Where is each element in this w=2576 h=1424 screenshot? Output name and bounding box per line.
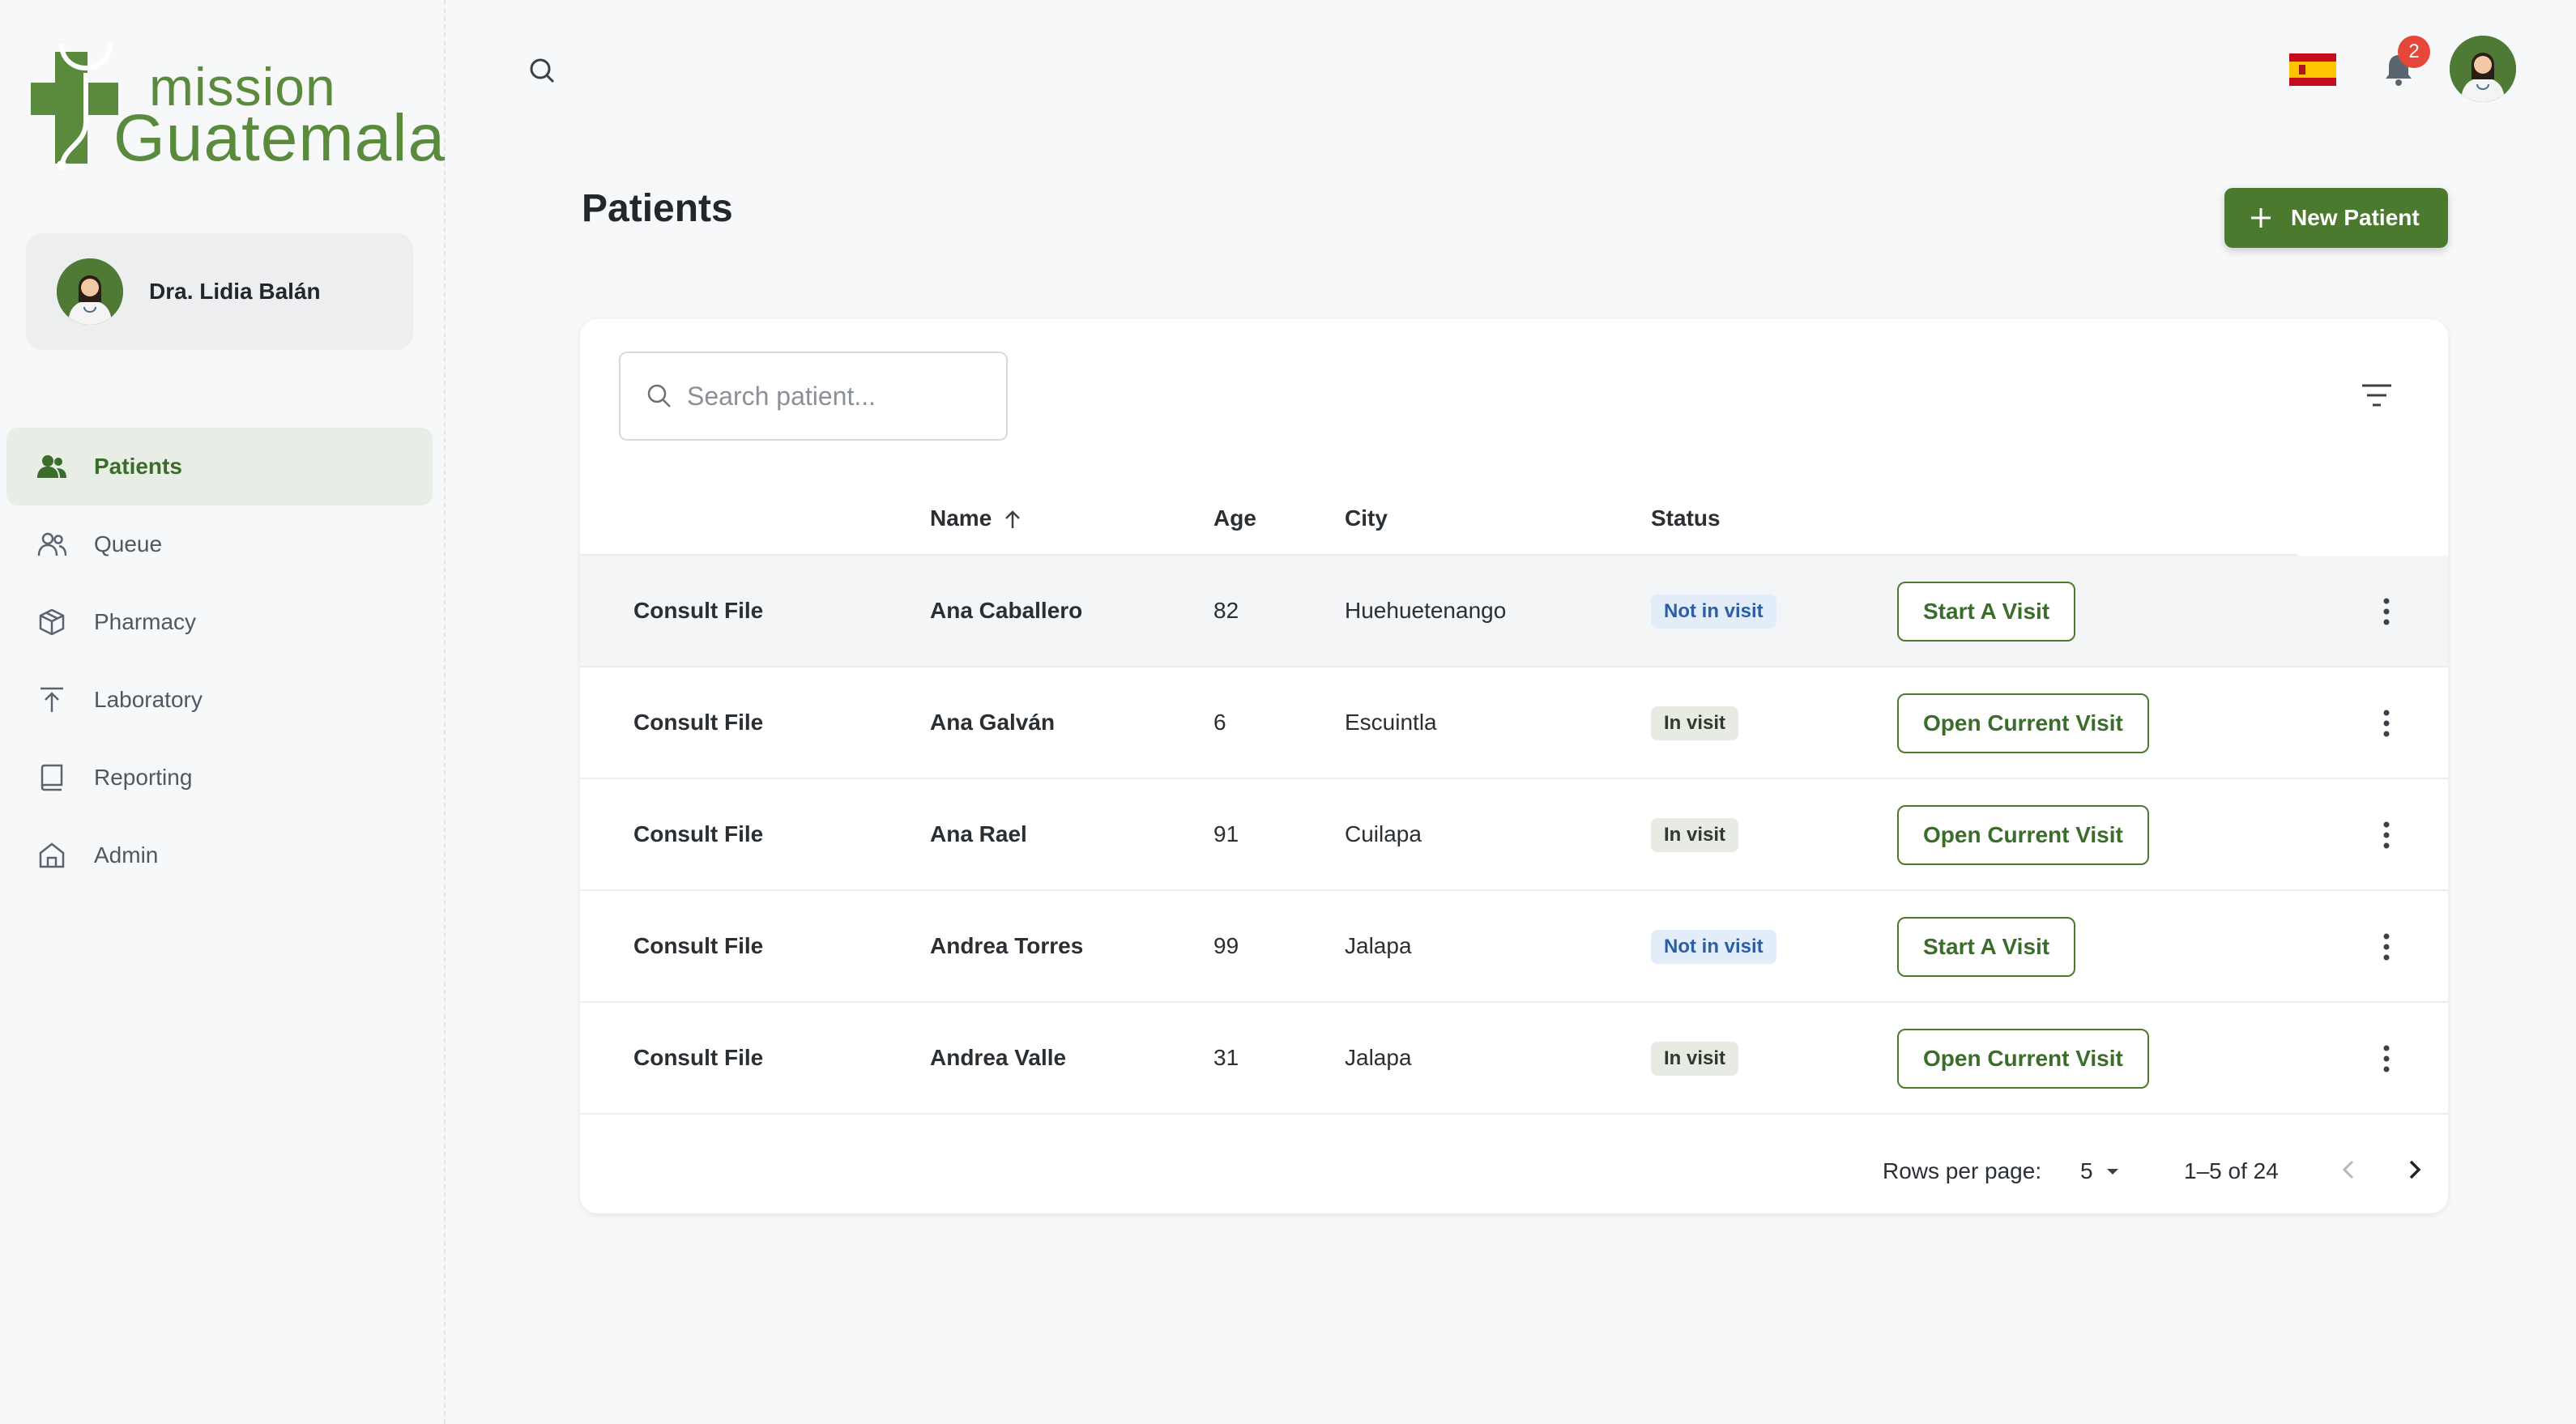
spain-flag-icon[interactable] [2289,53,2336,86]
patient-city: Jalapa [1345,1045,1412,1070]
pagination-range: 1–5 of 24 [2184,1158,2279,1183]
more-options-icon[interactable] [2378,820,2395,851]
table-header: Name Age City Status [580,481,2448,556]
patient-age: 99 [1213,933,1239,958]
patient-city: Jalapa [1345,933,1412,958]
sidebar-nav: Patients Queue Pharmacy Laboratory Repor… [6,428,433,894]
patient-age: 31 [1213,1045,1239,1070]
sidebar: mission Guatemala Dra. Lidia Balán Patie… [0,0,446,1424]
patient-city: Huehuetenango [1345,598,1507,623]
consult-file-link[interactable]: Consult File [633,598,763,624]
sidebar-item-pharmacy[interactable]: Pharmacy [6,583,433,661]
patient-city: Cuilapa [1345,821,1422,846]
user-avatar [57,258,123,325]
sidebar-item-label: Queue [94,531,163,556]
patient-name: Ana Galván [930,710,1056,735]
mission-guatemala-logo[interactable]: mission Guatemala [31,36,445,173]
account-avatar[interactable] [2450,36,2516,102]
patient-name: Ana Caballero [930,598,1083,623]
sidebar-item-admin[interactable]: Admin [6,816,433,894]
consult-file-link[interactable]: Consult File [633,1045,763,1071]
caret-down-icon [2106,1169,2118,1175]
global-search-icon[interactable] [525,53,561,89]
status-badge: In visit [1651,706,1739,740]
search-icon [647,384,671,407]
open-current-visit-button[interactable]: Open Current Visit [1897,1029,2149,1089]
sidebar-item-queue[interactable]: Queue [6,505,433,583]
notification-count-badge: 2 [2398,36,2430,68]
patient-search-field[interactable] [619,352,1008,441]
table-row[interactable]: Consult File Ana Rael 91 Cuilapa In visi… [580,779,2448,891]
plus-icon [2251,208,2271,228]
open-current-visit-button[interactable]: Open Current Visit [1897,693,2149,753]
status-badge: In visit [1651,1042,1739,1076]
sort-ascending-icon [1005,509,1021,528]
rows-per-page-label: Rows per page: [1883,1158,2042,1183]
table-row[interactable]: Consult File Ana Caballero 82 Huehuetena… [580,556,2448,667]
consult-file-link[interactable]: Consult File [633,821,763,847]
status-badge: In visit [1651,818,1739,852]
table-row[interactable]: Consult File Andrea Valle 31 Jalapa In v… [580,1003,2448,1115]
doctor-avatar-icon [2450,36,2516,102]
sidebar-item-label: Reporting [94,765,193,790]
status-badge: Not in visit [1651,930,1776,964]
consult-file-link[interactable]: Consult File [633,710,763,735]
rows-per-page-select[interactable]: 5 [2080,1158,2122,1184]
patient-name: Andrea Torres [930,933,1084,958]
home-icon [36,839,68,872]
new-patient-button[interactable]: New Patient [2224,188,2448,248]
chevron-left-icon[interactable] [2335,1155,2364,1184]
patient-name: Andrea Valle [930,1045,1067,1070]
patient-age: 91 [1213,821,1239,846]
table-row[interactable]: Consult File Ana Galván 6 Escuintla In v… [580,667,2448,779]
sidebar-item-laboratory[interactable]: Laboratory [6,661,433,739]
upload-icon [36,684,68,716]
column-header-name-label: Name [930,505,992,531]
more-options-icon[interactable] [2378,1043,2395,1074]
users-icon [36,450,68,483]
more-options-icon[interactable] [2378,596,2395,627]
patient-city: Escuintla [1345,710,1437,735]
patient-age: 6 [1213,710,1226,735]
patient-age: 82 [1213,598,1239,623]
start-visit-button[interactable]: Start A Visit [1897,582,2076,642]
sidebar-item-label: Pharmacy [94,609,197,634]
patients-table-card: Name Age City Status Consult File Ana Ca… [580,319,2448,1213]
rows-per-page-value: 5 [2080,1158,2093,1183]
book-icon [36,761,68,794]
new-patient-label: New Patient [2291,205,2420,230]
sidebar-item-label: Admin [94,842,159,868]
page-title: Patients [582,187,733,230]
column-header-city[interactable]: City [1345,505,1388,531]
status-badge: Not in visit [1651,595,1776,629]
sidebar-item-reporting[interactable]: Reporting [6,739,433,816]
box-icon [36,606,68,638]
patient-search-input[interactable] [687,381,995,411]
open-current-visit-button[interactable]: Open Current Visit [1897,805,2149,865]
more-options-icon[interactable] [2378,932,2395,962]
user-name: Dra. Lidia Balán [149,279,321,304]
column-header-name[interactable]: Name [930,505,1024,531]
sidebar-item-patients[interactable]: Patients [6,428,433,505]
chevron-right-icon[interactable] [2399,1155,2429,1184]
column-header-age[interactable]: Age [1213,505,1256,531]
consult-file-link[interactable]: Consult File [633,933,763,959]
patient-name: Ana Rael [930,821,1027,846]
filter-icon[interactable] [2359,381,2395,410]
queue-icon [36,528,68,561]
sidebar-item-label: Laboratory [94,687,203,712]
table-row[interactable]: Consult File Andrea Torres 99 Jalapa Not… [580,891,2448,1003]
user-card[interactable]: Dra. Lidia Balán [26,233,413,350]
doctor-avatar-icon [57,258,123,325]
start-visit-button[interactable]: Start A Visit [1897,917,2076,977]
sidebar-item-label: Patients [94,454,182,479]
column-header-status[interactable]: Status [1651,505,1721,531]
more-options-icon[interactable] [2378,708,2395,739]
table-pagination: Rows per page: 5 1–5 of 24 [580,1131,2448,1212]
logo-text-guatemala: Guatemala [113,101,446,175]
